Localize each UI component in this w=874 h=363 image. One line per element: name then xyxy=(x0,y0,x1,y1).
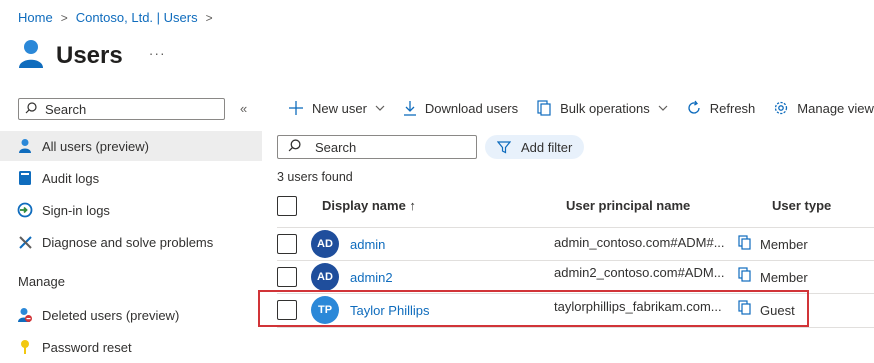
sidebar-item-label: Diagnose and solve problems xyxy=(42,234,214,250)
gear-icon xyxy=(773,100,789,116)
bulk-operations-label: Bulk operations xyxy=(560,100,650,116)
manage-view-label: Manage view xyxy=(797,100,874,116)
download-users-button[interactable]: Download users xyxy=(403,100,518,116)
chevron-down-icon xyxy=(375,103,385,114)
signin-icon xyxy=(17,202,33,218)
avatar: AD xyxy=(311,230,339,258)
user-name-link[interactable]: admin xyxy=(350,237,385,252)
breadcrumb-separator-icon: > xyxy=(60,10,68,25)
sidebar-section-manage: Manage xyxy=(18,274,65,289)
sidebar-item-password-reset[interactable]: Password reset xyxy=(0,332,262,362)
refresh-icon xyxy=(686,100,702,116)
download-icon xyxy=(403,100,417,116)
row-checkbox[interactable] xyxy=(277,234,297,254)
breadcrumb: Home > Contoso, Ltd. | Users > xyxy=(18,10,213,25)
select-all-checkbox[interactable] xyxy=(277,196,297,216)
breadcrumb-tenant[interactable]: Contoso, Ltd. | Users xyxy=(76,10,198,25)
column-header-upn[interactable]: User principal name xyxy=(566,198,690,213)
manage-view-button[interactable]: Manage view xyxy=(773,100,874,116)
page-title: Users xyxy=(56,41,123,69)
avatar: AD xyxy=(311,263,339,291)
book-icon xyxy=(17,170,33,186)
filter-icon xyxy=(497,140,511,154)
user-name-link[interactable]: admin2 xyxy=(350,270,393,285)
chevron-down-icon xyxy=(658,103,668,114)
users-search-input[interactable] xyxy=(313,138,467,156)
table-divider xyxy=(277,260,874,261)
sidebar-item-label: Password reset xyxy=(42,339,132,355)
command-bar: New user Download users Bulk operations … xyxy=(288,100,874,116)
search-icon xyxy=(25,101,37,117)
sidebar-item-label: Deleted users (preview) xyxy=(42,307,180,323)
page-header: Users ··· xyxy=(18,38,166,73)
refresh-label: Refresh xyxy=(709,100,756,116)
table-divider xyxy=(277,327,874,328)
refresh-button[interactable]: Refresh xyxy=(686,100,756,116)
key-icon xyxy=(17,339,33,355)
sidebar-search-input[interactable] xyxy=(43,100,217,118)
sidebar-item-diagnose[interactable]: Diagnose and solve problems xyxy=(0,227,262,257)
download-users-label: Download users xyxy=(424,100,519,116)
sidebar-item-deleted-users[interactable]: Deleted users (preview) xyxy=(0,300,262,330)
deleted-user-icon xyxy=(17,307,33,323)
sidebar-item-audit-logs[interactable]: Audit logs xyxy=(0,163,262,193)
breadcrumb-home[interactable]: Home xyxy=(18,10,53,25)
user-upn: admin2_contoso.com#ADM... xyxy=(554,265,725,280)
column-header-user-type[interactable]: User type xyxy=(772,198,831,213)
sidebar-item-sign-in-logs[interactable]: Sign-in logs xyxy=(0,195,262,225)
table-divider xyxy=(277,227,874,228)
copy-icon[interactable] xyxy=(738,235,752,250)
sidebar-item-label: Audit logs xyxy=(42,170,100,186)
add-filter-label: Add filter xyxy=(521,139,573,155)
row-checkbox[interactable] xyxy=(277,267,297,287)
sidebar-item-all-users[interactable]: All users (preview) xyxy=(0,131,262,161)
add-filter-button[interactable]: Add filter xyxy=(485,135,585,159)
new-user-label: New user xyxy=(312,100,367,116)
sidebar-item-label: All users (preview) xyxy=(42,138,149,154)
column-header-display-name[interactable]: Display name ↑ xyxy=(322,198,416,213)
new-user-button[interactable]: New user xyxy=(288,100,385,116)
copy-icon[interactable] xyxy=(738,267,752,282)
bulk-operations-icon xyxy=(536,100,552,116)
user-type-cell: Member xyxy=(738,233,808,252)
bulk-operations-button[interactable]: Bulk operations xyxy=(536,100,668,116)
breadcrumb-separator-icon: > xyxy=(205,10,213,25)
users-icon xyxy=(18,38,44,73)
results-count: 3 users found xyxy=(277,170,353,184)
user-type-cell: Member xyxy=(738,264,808,285)
user-type: Member xyxy=(760,237,808,252)
more-options-icon[interactable]: ··· xyxy=(149,45,166,61)
row-highlight-box xyxy=(258,290,809,327)
user-type: Member xyxy=(760,270,808,285)
collapse-sidebar-icon[interactable]: « xyxy=(240,101,247,116)
sidebar-item-label: Sign-in logs xyxy=(42,202,110,218)
users-search[interactable] xyxy=(277,135,477,159)
sidebar-search[interactable] xyxy=(18,98,225,120)
wrench-icon xyxy=(17,234,33,250)
user-upn: admin_contoso.com#ADM#... xyxy=(554,235,725,250)
user-icon xyxy=(17,138,33,154)
search-icon xyxy=(288,139,301,155)
plus-icon xyxy=(288,100,304,116)
